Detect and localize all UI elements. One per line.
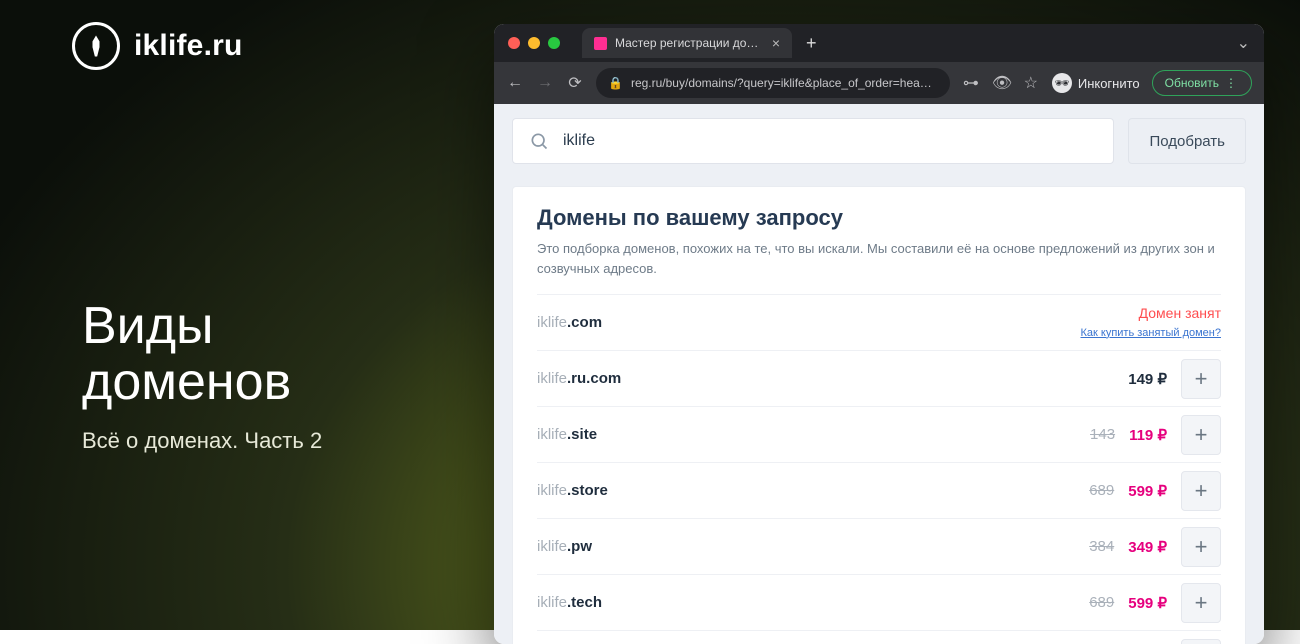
eye-off-icon[interactable]: 👁 (992, 73, 1010, 93)
hero-title: Виды доменов (82, 298, 291, 410)
key-icon[interactable]: ⊶ (962, 73, 980, 93)
plus-icon: + (1195, 590, 1208, 616)
incognito-icon: 🕶 (1052, 73, 1072, 93)
tab-title: Мастер регистрации домено (615, 36, 764, 50)
domain-price: 119 ₽ (1129, 426, 1167, 444)
star-icon[interactable]: ☆ (1022, 73, 1040, 93)
address-bar[interactable]: 🔒 reg.ru/buy/domains/?query=iklife&place… (596, 68, 950, 98)
results-section: Домены по вашему запросу Это подборка до… (512, 186, 1246, 644)
domain-taken-block: Домен занят Как купить занятый домен? (1080, 305, 1221, 341)
window-controls (508, 37, 560, 49)
incognito-indicator: 🕶 Инкогнито (1052, 73, 1140, 93)
page-content: Подобрать Домены по вашему запросу Это п… (494, 104, 1264, 644)
url-text: reg.ru/buy/domains/?query=iklife&place_o… (631, 76, 938, 90)
domain-name: iklife.com (537, 314, 602, 331)
domain-name: iklife.ru.com (537, 370, 621, 387)
new-tab-button[interactable]: + (806, 33, 817, 54)
search-input[interactable] (563, 132, 1097, 150)
browser-window: Мастер регистрации домено × + ⌄ ← → ⟳ 🔒 … (494, 24, 1264, 644)
browser-tab[interactable]: Мастер регистрации домено × (582, 28, 792, 58)
section-description: Это подборка доменов, похожих на те, что… (537, 239, 1221, 278)
domain-taken-label: Домен занят (1080, 305, 1221, 321)
add-domain-button[interactable]: + (1181, 527, 1221, 567)
domain-row: iklife.com Домен занят Как купить занятый … (537, 295, 1221, 351)
pick-button[interactable]: Подобрать (1128, 118, 1246, 164)
favicon-icon (594, 37, 607, 50)
close-tab-icon[interactable]: × (772, 35, 780, 51)
update-button[interactable]: Обновить ⋮ (1152, 70, 1252, 96)
update-label: Обновить (1165, 76, 1219, 90)
incognito-label: Инкогнито (1078, 76, 1140, 91)
maximize-window-icon[interactable] (548, 37, 560, 49)
forward-icon[interactable]: → (536, 74, 554, 92)
domain-price: 149 ₽ (1128, 370, 1167, 388)
domain-name: iklife.site (537, 426, 597, 443)
brand: iklife.ru (72, 22, 243, 70)
add-domain-button[interactable]: + (1181, 415, 1221, 455)
domain-row: iklife.pw 384 349 ₽ + (537, 519, 1221, 575)
plus-icon: + (1195, 366, 1208, 392)
domain-row: iklife.space143119 ₽+ (537, 631, 1221, 644)
brand-name: iklife.ru (134, 29, 243, 63)
brand-logo-icon (72, 22, 120, 70)
domain-old-price: 689 (1089, 594, 1114, 611)
add-domain-button[interactable]: + (1181, 359, 1221, 399)
more-icon: ⋮ (1225, 76, 1239, 90)
domain-name: iklife.store (537, 482, 608, 499)
plus-icon: + (1195, 534, 1208, 560)
hero-subtitle: Всё о доменах. Часть 2 (82, 428, 322, 454)
domain-name: iklife.tech (537, 594, 602, 611)
back-icon[interactable]: ← (506, 74, 524, 92)
reload-icon[interactable]: ⟳ (566, 73, 584, 93)
lock-icon: 🔒 (608, 76, 623, 90)
domain-price: 599 ₽ (1128, 482, 1167, 500)
how-buy-link[interactable]: Как купить занятый домен? (1080, 327, 1221, 339)
add-domain-button[interactable]: + (1181, 583, 1221, 623)
search-icon (529, 131, 549, 151)
titlebar: Мастер регистрации домено × + ⌄ (494, 24, 1264, 62)
toolbar: ← → ⟳ 🔒 reg.ru/buy/domains/?query=iklife… (494, 62, 1264, 104)
domain-row: iklife.ru.com 149 ₽ + (537, 351, 1221, 407)
plus-icon: + (1195, 422, 1208, 448)
domain-old-price: 143 (1090, 426, 1115, 443)
plus-icon: + (1195, 478, 1208, 504)
add-domain-button[interactable]: + (1181, 471, 1221, 511)
domain-row: iklife.tech 689 599 ₽ + (537, 575, 1221, 631)
add-domain-button[interactable]: + (1181, 639, 1221, 644)
domain-row: iklife.site 143 119 ₽ + (537, 407, 1221, 463)
domain-row: iklife.store 689 599 ₽ + (537, 463, 1221, 519)
close-window-icon[interactable] (508, 37, 520, 49)
search-box[interactable] (512, 118, 1114, 164)
chevron-down-icon[interactable]: ⌄ (1237, 33, 1250, 53)
minimize-window-icon[interactable] (528, 37, 540, 49)
section-title: Домены по вашему запросу (537, 205, 1221, 231)
search-bar: Подобрать (512, 118, 1246, 164)
domain-name: iklife.pw (537, 538, 592, 555)
domain-price: 349 ₽ (1128, 538, 1167, 556)
hero-title-line2: доменов (82, 353, 291, 411)
domain-price: 599 ₽ (1128, 594, 1167, 612)
hero-title-line1: Виды (82, 297, 213, 355)
domain-list: iklife.com Домен занят Как купить занятый … (537, 294, 1221, 644)
domain-old-price: 384 (1089, 538, 1114, 555)
domain-old-price: 689 (1089, 482, 1114, 499)
